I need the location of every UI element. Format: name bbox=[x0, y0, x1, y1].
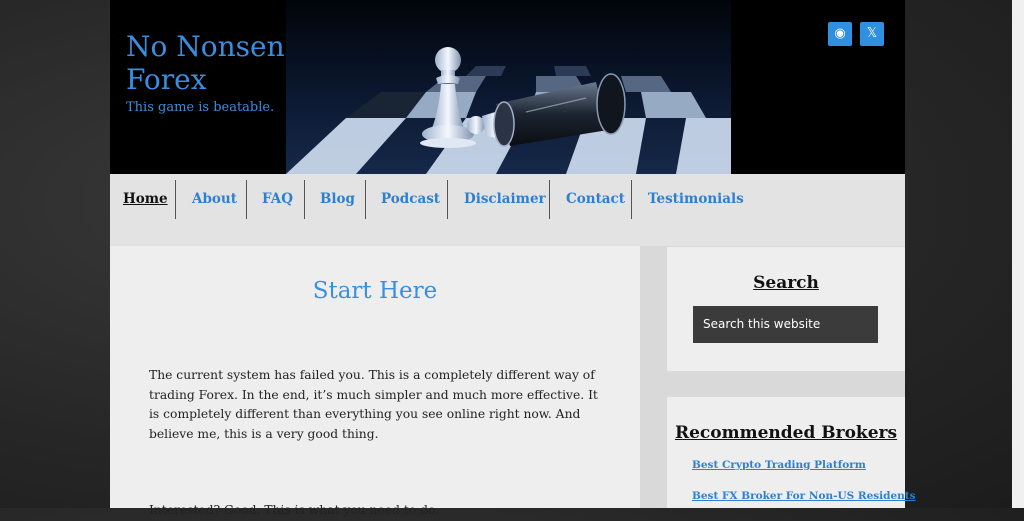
nav-divider bbox=[365, 180, 366, 219]
chess-hero-image bbox=[286, 0, 731, 174]
nav-divider bbox=[246, 180, 247, 219]
chess-board-illustration bbox=[286, 0, 731, 174]
next-paragraph: Interested? Good. This is what you need … bbox=[149, 503, 440, 517]
nav-divider bbox=[631, 180, 632, 219]
brokers-widget-title: Recommended Brokers bbox=[674, 423, 898, 443]
search-widget: Search Search this website bbox=[667, 247, 905, 371]
nav-divider bbox=[549, 180, 550, 219]
nav-item-disclaimer[interactable]: Disclaimer bbox=[464, 180, 546, 219]
nav-item-faq[interactable]: FAQ bbox=[262, 180, 293, 219]
x-icon[interactable]: 𝕏 bbox=[860, 22, 884, 46]
brokers-widget: Recommended Brokers Best Crypto Trading … bbox=[667, 397, 916, 508]
broker-link[interactable]: Best Crypto Trading Platform bbox=[692, 459, 866, 471]
site-header: No Nonsense Forex This game is beatable. bbox=[110, 0, 905, 174]
nav-divider bbox=[175, 180, 176, 219]
nav-item-contact[interactable]: Contact bbox=[566, 180, 625, 219]
nav-divider bbox=[304, 180, 305, 219]
page-title: Start Here bbox=[312, 278, 438, 304]
nav-item-testimonials[interactable]: Testimonials bbox=[648, 180, 744, 219]
rss-icon[interactable]: ◉ bbox=[828, 22, 852, 46]
nav-item-home[interactable]: Home bbox=[123, 180, 168, 219]
nav-divider bbox=[447, 180, 448, 219]
nav-item-blog[interactable]: Blog bbox=[320, 180, 355, 219]
search-input[interactable]: Search this website bbox=[693, 306, 878, 343]
nav-item-podcast[interactable]: Podcast bbox=[381, 180, 440, 219]
main-content: Start Here The current system has failed… bbox=[110, 246, 640, 517]
browser-scroll-gutter bbox=[1012, 0, 1024, 508]
site-tagline: This game is beatable. bbox=[126, 100, 275, 115]
broker-link[interactable]: Best FX Broker For Non-US Residents bbox=[692, 490, 916, 502]
intro-paragraph: The current system has failed you. This … bbox=[149, 368, 598, 441]
search-widget-title: Search bbox=[753, 273, 819, 293]
nav-item-about[interactable]: About bbox=[192, 180, 237, 219]
main-navigation: Home About FAQ Blog Podcast Disclaimer C… bbox=[110, 174, 905, 246]
